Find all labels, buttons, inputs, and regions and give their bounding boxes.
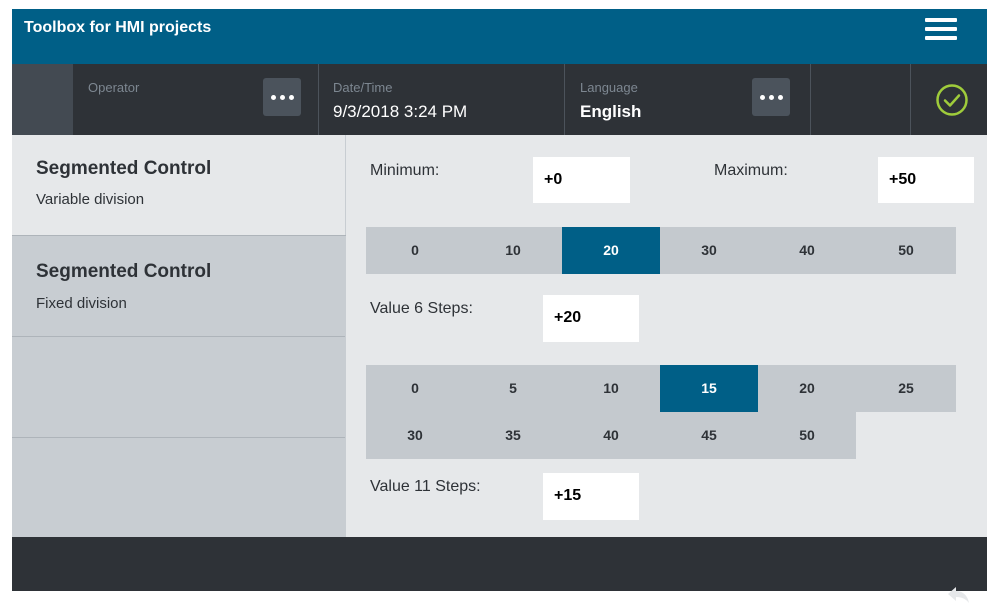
operator-label: Operator [88,80,140,95]
segment-11-option[interactable]: 50 [758,412,856,459]
status-divider [318,64,319,135]
maximum-input[interactable]: +50 [878,157,974,203]
segment-11-option[interactable]: 30 [366,412,464,459]
maximum-label: Maximum: [714,162,788,179]
segment-6-option[interactable]: 10 [464,227,562,274]
language-value: English [580,102,642,121]
language-more-button[interactable] [752,78,790,116]
segment-11-option[interactable]: 0 [366,365,464,412]
segment-11-option[interactable]: 25 [856,365,956,412]
segment-6-option[interactable]: 0 [366,227,464,274]
segment-11-option[interactable]: 40 [562,412,660,459]
minimum-input[interactable]: +0 [533,157,630,203]
status-left-block [12,64,73,135]
status-divider [564,64,565,135]
sidebar-item-empty[interactable] [12,337,345,438]
segment-11-option[interactable]: 10 [562,365,660,412]
segment-11-option-selected[interactable]: 15 [660,365,758,412]
datetime-value: 9/3/2018 3:24 PM [333,102,468,121]
bottom-bar [12,537,987,591]
sidebar-item-subtitle: Variable division [36,191,145,208]
sidebar-item-title: Segmented Control [36,158,212,179]
value-6-steps-input[interactable]: +20 [543,295,639,342]
status-divider [810,64,811,135]
segment-11-option[interactable]: 35 [464,412,562,459]
segment-11-option[interactable]: 5 [464,365,562,412]
segment-6-option[interactable]: 50 [856,227,956,274]
check-circle-icon[interactable] [935,83,969,117]
segment-6-option-selected[interactable]: 20 [562,227,660,274]
segment-6-option[interactable]: 40 [758,227,856,274]
hamburger-menu-icon[interactable] [925,18,957,40]
segment-11-option[interactable]: 45 [660,412,758,459]
segment-11-option[interactable]: 20 [758,365,856,412]
sidebar-item-subtitle: Fixed division [36,295,127,312]
status-bar [12,64,987,135]
sidebar-item-empty[interactable] [12,438,345,537]
operator-more-button[interactable] [263,78,301,116]
status-divider [910,64,911,135]
segment-6-option[interactable]: 30 [660,227,758,274]
app-title: Toolbox for HMI projects [24,19,212,36]
sidebar-item-fixed-division[interactable]: Segmented Control Fixed division [12,236,345,337]
value-6-steps-label: Value 6 Steps: [370,300,473,317]
language-label: Language [580,80,638,95]
value-11-steps-label: Value 11 Steps: [370,478,481,495]
back-arrow-icon[interactable] [946,585,972,605]
sidebar-item-variable-division[interactable]: Segmented Control Variable division [12,135,345,236]
minimum-label: Minimum: [370,162,440,179]
datetime-label: Date/Time [333,80,393,95]
sidebar-item-title: Segmented Control [36,261,212,282]
value-11-steps-input[interactable]: +15 [543,473,639,520]
